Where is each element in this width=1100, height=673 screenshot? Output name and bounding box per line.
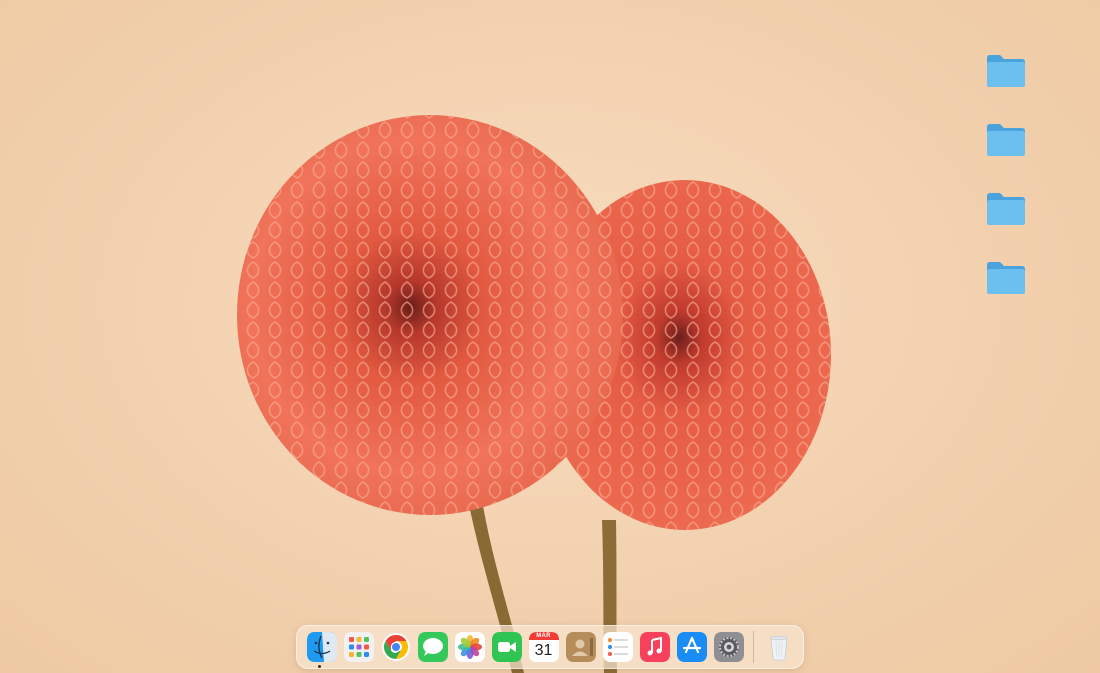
desktop-folder-3[interactable] [984,190,1028,228]
desktop-folder-2[interactable] [984,121,1028,159]
app-store-icon [676,632,707,662]
dock-reminders[interactable] [602,632,633,662]
desktop-folder-4[interactable] [984,259,1028,297]
dock-messages[interactable] [417,632,448,662]
dock-finder[interactable] [306,632,337,662]
messages-icon [417,632,448,662]
dock: MAR 31 [296,625,804,669]
folder-icon [987,262,1025,294]
finder-running-indicator [318,665,321,668]
trash-icon [769,635,788,661]
dock-chrome[interactable] [381,632,411,662]
calendar-day: 31 [534,642,553,659]
dock-music[interactable] [639,632,670,662]
desktop-folders [984,52,1030,328]
dock-calendar[interactable]: MAR 31 [528,632,559,662]
photos-icon [454,632,485,662]
dock-separator [753,631,754,663]
music-icon [639,632,670,662]
dock-facetime[interactable] [491,632,522,662]
chrome-icon [381,633,410,661]
dock-trash[interactable] [764,632,794,662]
calendar-month: MAR [536,633,551,639]
folder-icon [987,55,1025,87]
system-settings-icon [713,632,744,662]
launchpad-icon [343,632,374,662]
contacts-icon [565,632,596,662]
facetime-icon [491,632,522,662]
dock-system-settings[interactable] [713,632,744,662]
reminders-icon [602,632,633,662]
desktop-folder-1[interactable] [984,52,1028,90]
desktop-wallpaper [237,115,831,673]
finder-icon [306,632,337,662]
dock-launchpad[interactable] [343,632,374,662]
dock-app-store[interactable] [676,632,707,662]
dock-photos[interactable] [454,632,485,662]
dock-contacts[interactable] [565,632,596,662]
folder-icon [987,124,1025,156]
folder-icon [987,193,1025,225]
